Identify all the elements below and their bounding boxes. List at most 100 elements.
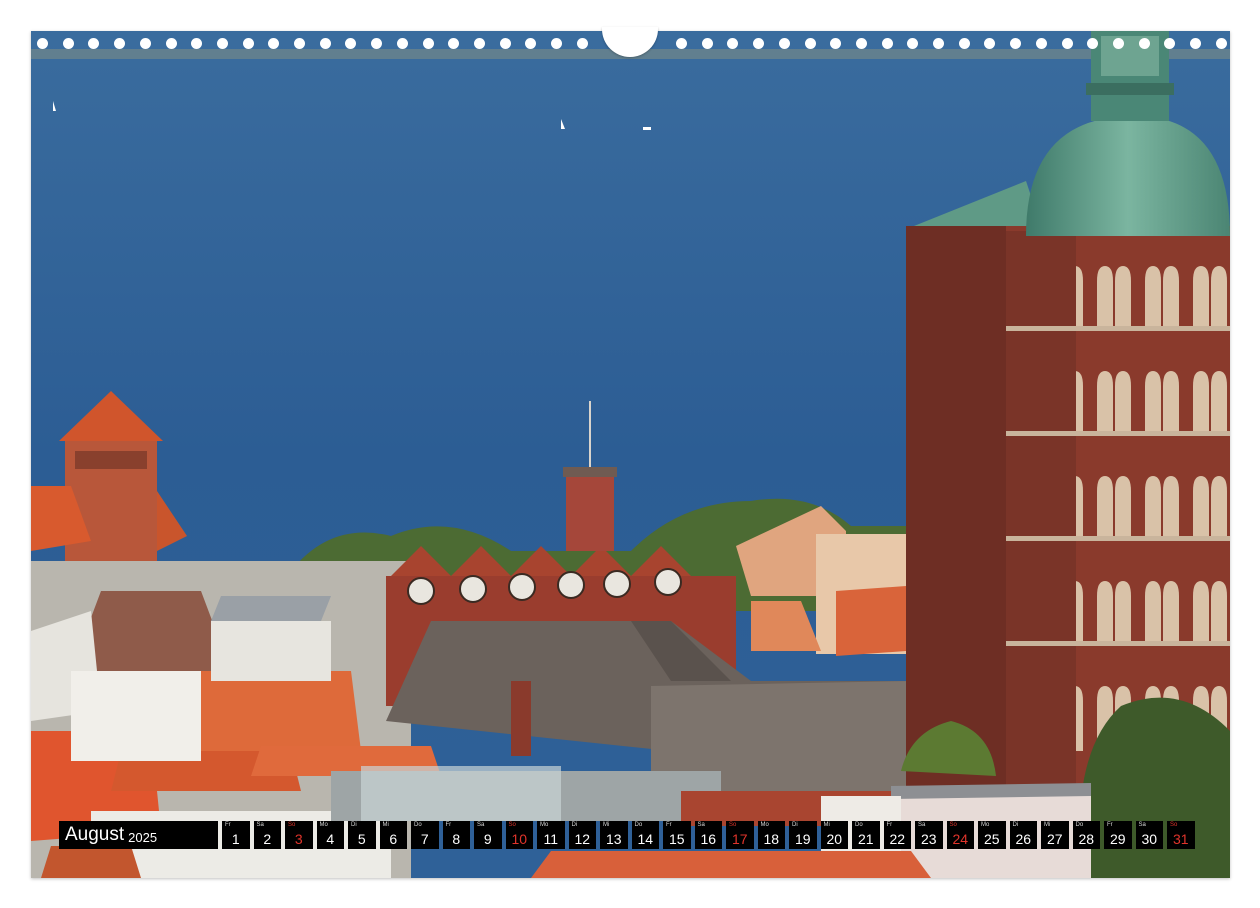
day-number: 29: [1109, 831, 1126, 847]
weekday-label: Mo: [981, 822, 990, 828]
day-number: 3: [294, 831, 303, 847]
day-number: 26: [1015, 831, 1032, 847]
weekday-label: Di: [351, 822, 357, 828]
day-cell: Mo 18: [757, 821, 785, 849]
far-shore: [31, 49, 1230, 59]
day-cell: Sa 2: [253, 821, 281, 849]
weekday-label: Di: [792, 822, 798, 828]
day-number: 12: [574, 831, 591, 847]
weekday-label: Di: [571, 822, 578, 828]
day-cell: Fr 22: [883, 821, 911, 849]
day-cell: Fr 8: [442, 821, 470, 849]
weekday-label: Fr: [445, 822, 452, 828]
day-number: 16: [700, 831, 717, 847]
day-cell: Sa 9: [474, 821, 502, 849]
day-cell: Do 21: [852, 821, 880, 849]
day-number: 10: [511, 831, 528, 847]
day-number: 22: [889, 831, 906, 847]
year: 2025: [128, 829, 158, 845]
day-number: 24: [952, 831, 969, 847]
day-cell: Do 14: [631, 821, 659, 849]
day-number: 8: [452, 831, 461, 847]
day-number: 30: [1141, 831, 1158, 847]
weekday-label: Mi: [1044, 822, 1051, 828]
day-number: 7: [420, 831, 429, 847]
day-number: 6: [389, 831, 398, 847]
weekday-label: Fr: [886, 822, 893, 828]
weekday-label: Fr: [225, 822, 231, 828]
weekday-label: So: [949, 822, 957, 828]
day-number: 2: [263, 831, 272, 847]
weekday-label: So: [508, 822, 516, 828]
day-cell: Mo 11: [537, 821, 565, 849]
day-number: 21: [857, 831, 874, 847]
weekday-label: Sa: [697, 822, 705, 828]
day-cell: Mi 6: [379, 821, 407, 849]
day-cell: Fr 29: [1104, 821, 1132, 849]
weekday-label: Mo: [760, 822, 769, 828]
day-cell: Do 7: [411, 821, 439, 849]
day-cell: Sa 16: [694, 821, 722, 849]
day-cell: So 17: [726, 821, 754, 849]
day-number: 18: [763, 831, 780, 847]
calendar-strip: August 2025 Fr 1 Sa 2 So 3 Mo 4 Di 5 Mi 6 Do 7 Fr 8 Sa 9 S…: [59, 821, 1195, 849]
day-number: 31: [1172, 831, 1189, 847]
day-cell: So 24: [946, 821, 974, 849]
day-number: 1: [231, 831, 240, 847]
day-number: 20: [826, 831, 843, 847]
month-name: August: [65, 824, 125, 845]
day-number: 13: [605, 831, 622, 847]
weekday-label: Sa: [477, 822, 485, 828]
day-number: 17: [731, 831, 748, 847]
calendar-photo-stralsund: [31, 31, 1230, 878]
day-number: 27: [1046, 831, 1063, 847]
day-cell: Do 28: [1072, 821, 1100, 849]
day-cell: So 3: [285, 821, 313, 849]
month-label-box: August 2025: [59, 821, 218, 849]
day-cell: Di 12: [568, 821, 596, 849]
day-number: 19: [794, 831, 811, 847]
day-cell: Di 5: [348, 821, 376, 849]
day-cell: Di 26: [1009, 821, 1037, 849]
weekday-label: Mi: [382, 822, 389, 828]
day-number: 4: [326, 831, 335, 847]
day-number: 11: [543, 831, 559, 847]
weekday-label: Do: [1075, 822, 1084, 828]
weekday-label: Fr: [1107, 822, 1113, 828]
weekday-label: Mi: [823, 822, 830, 828]
day-cell: Fr 1: [222, 821, 250, 849]
day-cell: Mo 25: [978, 821, 1006, 849]
day-cell: Mi 20: [820, 821, 848, 849]
weekday-label: So: [288, 822, 296, 828]
day-cell: Mi 27: [1041, 821, 1069, 849]
day-cell: Di 19: [789, 821, 817, 849]
weekday-label: Fr: [666, 822, 672, 828]
boat: [643, 127, 651, 130]
day-cell: Sa 30: [1135, 821, 1163, 849]
day-number: 23: [920, 831, 937, 847]
day-cell: Fr 15: [663, 821, 691, 849]
day-cell: Mi 13: [600, 821, 628, 849]
weekday-label: So: [1170, 822, 1178, 828]
weekday-label: Sa: [256, 822, 264, 828]
weekday-label: Mo: [319, 822, 328, 828]
day-number: 14: [637, 831, 654, 847]
weekday-label: Mi: [603, 822, 610, 828]
day-cell: So 10: [505, 821, 533, 849]
weekday-label: Do: [634, 822, 643, 828]
day-number: 9: [483, 831, 492, 847]
day-cell: Mo 4: [316, 821, 344, 849]
weekday-label: Sa: [1138, 822, 1146, 828]
day-number: 25: [983, 831, 1000, 847]
day-number: 28: [1078, 831, 1095, 847]
day-number: 5: [357, 831, 366, 847]
weekday-label: Do: [855, 822, 863, 828]
weekday-label: Di: [1012, 822, 1019, 828]
weekday-label: Do: [414, 822, 422, 828]
day-cell: So 31: [1167, 821, 1195, 849]
day-cell: Sa 23: [915, 821, 943, 849]
weekday-label: Mo: [540, 822, 549, 828]
weekday-label: So: [729, 822, 737, 828]
weekday-label: Sa: [918, 822, 926, 828]
day-number: 15: [668, 831, 685, 847]
